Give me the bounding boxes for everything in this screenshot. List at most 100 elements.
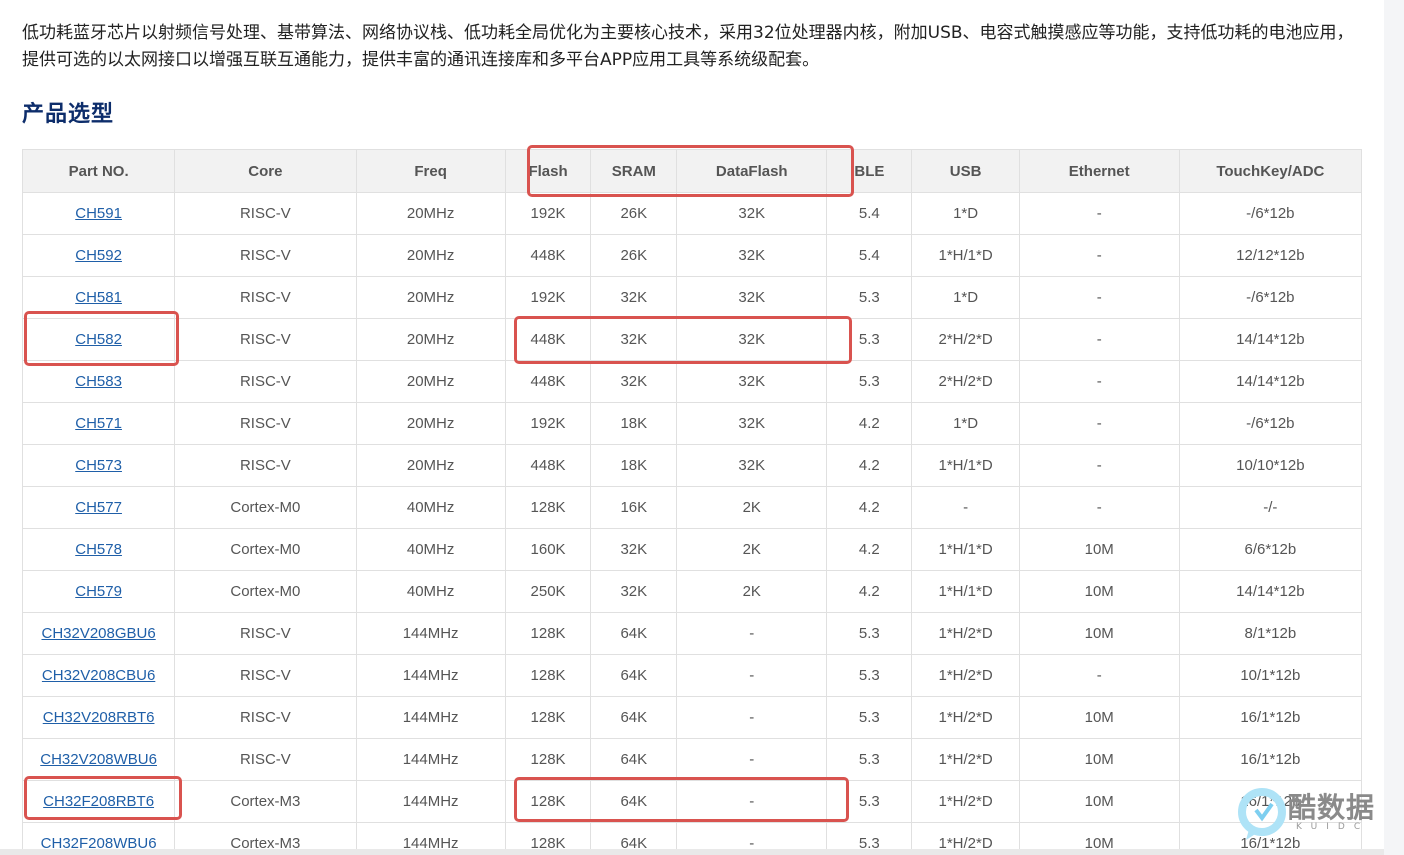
table-row: CH577 Cortex-M0 40MHz 128K 16K 2K 4.2- - -/- [22,486,1362,529]
table-cell: 10M [1018,780,1180,823]
table-cell: 64K [590,612,678,655]
table-cell: 32K [676,318,828,361]
table-cell: 448K [504,234,592,277]
table-cell: 1*H/2*D [911,654,1020,697]
table-cell: 16/1*12b [1178,738,1362,781]
part-number-link[interactable]: CH32V208RBT6 [43,709,155,726]
part-number-cell: CH577 [22,486,176,529]
table-cell: 144MHz [355,738,506,781]
table-cell: - [676,696,828,739]
table-cell: 1*D [911,402,1020,445]
table-cell: - [1018,654,1180,697]
column-header: TouchKey/ADC [1178,149,1362,193]
table-cell: 18K [590,402,678,445]
part-number-link[interactable]: CH583 [75,373,122,390]
part-number-cell: CH32V208CBU6 [22,654,176,697]
table-cell: - [1018,234,1180,277]
part-number-link[interactable]: CH579 [75,583,122,600]
table-cell: RISC-V [174,696,357,739]
table-cell: 1*D [911,276,1020,319]
table-cell: 5.3 [826,738,913,781]
table-cell: 5.3 [826,696,913,739]
table-row: CH573 RISC-V 20MHz 448K 18K 32K 4.2 1*H/1*D -10/… [22,444,1362,487]
table-cell: 250K [504,570,592,613]
part-number-link[interactable]: CH32F208RBT6 [43,793,154,810]
table-cell: RISC-V [174,612,357,655]
table-cell: 32K [590,360,678,403]
table-cell: 20MHz [355,444,506,487]
part-number-cell: CH591 [22,192,176,235]
table-cell: Cortex-M0 [174,486,357,529]
part-number-cell: CH571 [22,402,176,445]
table-cell: 32K [676,276,828,319]
table-cell: 2K [676,486,828,529]
page-scroll-gutter [1384,0,1404,855]
table-cell: 144MHz [355,654,506,697]
table-cell: 5.3 [826,276,913,319]
table-cell: - [676,780,828,823]
table-cell: RISC-V [174,234,357,277]
table-row: CH581 RISC-V 20MHz 192K 32K 32K 5.3 1*D - -/6*12b [22,276,1362,319]
part-number-cell: CH32V208WBU6 [22,738,176,781]
table-cell: 20MHz [355,402,506,445]
table-cell: 5.4 [826,234,913,277]
table-cell: 5.3 [826,360,913,403]
part-number-cell: CH581 [22,276,176,319]
table-row: CH32V208WBU6 RISC-V 144MHz 128K 64K -5.3 1*H/2… [22,738,1362,781]
intro-paragraph: 低功耗蓝牙芯片以射频信号处理、基带算法、网络协议栈、低功耗全局优化为主要核心技术… [22,23,1354,70]
part-number-link[interactable]: CH582 [75,331,122,348]
table-cell: 40MHz [355,570,506,613]
part-number-cell: CH583 [22,360,176,403]
part-number-link[interactable]: CH581 [75,289,122,306]
table-cell: 1*H/1*D [911,570,1020,613]
part-number-link[interactable]: CH592 [75,247,122,264]
table-cell: -/- [1178,486,1362,529]
table-row: CH32F208RBT6 Cortex-M3 144MHz 128K 64K -5.3 1*… [22,780,1362,823]
table-cell: 10M [1018,738,1180,781]
part-number-link[interactable]: CH578 [75,541,122,558]
table-cell: 128K [504,486,592,529]
table-cell: 1*H/1*D [911,528,1020,571]
horizontal-scrollbar[interactable] [0,849,1384,855]
table-cell: 32K [676,444,828,487]
table-cell: 448K [504,444,592,487]
table-cell: 14/14*12b [1178,570,1362,613]
table-cell: 128K [504,654,592,697]
table-cell: 16K [590,486,678,529]
part-number-cell: CH32V208GBU6 [22,612,176,655]
table-cell: 10M [1018,528,1180,571]
table-cell: RISC-V [174,402,357,445]
table-row: CH571 RISC-V 20MHz 192K 18K 32K 4.2 1*D - -/6*12b [22,402,1362,445]
part-number-link[interactable]: CH591 [75,205,122,222]
part-number-link[interactable]: CH32V208GBU6 [41,625,155,642]
table-cell: 20MHz [355,276,506,319]
table-cell: 12/12*12b [1178,234,1362,277]
part-number-link[interactable]: CH32V208WBU6 [40,751,157,768]
part-number-link[interactable]: CH32V208CBU6 [42,667,155,684]
part-number-link[interactable]: CH573 [75,457,122,474]
table-row: CH578 Cortex-M0 40MHz 160K 32K 2K 4.2 1*H/1*D 10… [22,528,1362,571]
table-cell: - [1018,486,1180,529]
table-cell: 20MHz [355,318,506,361]
table-cell: 32K [590,570,678,613]
part-number-link[interactable]: CH571 [75,415,122,432]
table-cell: 192K [504,192,592,235]
table-cell: 64K [590,780,678,823]
table-cell: 192K [504,276,592,319]
table-row: CH582 RISC-V 20MHz 448K 32K 32K 5.3 2*H/2*D -14/… [22,318,1362,361]
watermark-logo-icon [1238,788,1286,840]
table-cell: 40MHz [355,486,506,529]
table-cell: 5.4 [826,192,913,235]
column-header: Part NO. [22,149,176,193]
table-cell: 5.3 [826,318,913,361]
part-number-link[interactable]: CH577 [75,499,122,516]
part-number-cell: CH32V208RBT6 [22,696,176,739]
table-cell: Cortex-M0 [174,570,357,613]
table-cell: RISC-V [174,192,357,235]
table-cell: 4.2 [826,486,913,529]
table-cell: 16/1*12b [1178,696,1362,739]
table-cell: 10M [1018,570,1180,613]
table-row: CH579 Cortex-M0 40MHz 250K 32K 2K 4.2 1*H/1*D 10… [22,570,1362,613]
table-cell: 144MHz [355,780,506,823]
table-cell: RISC-V [174,738,357,781]
